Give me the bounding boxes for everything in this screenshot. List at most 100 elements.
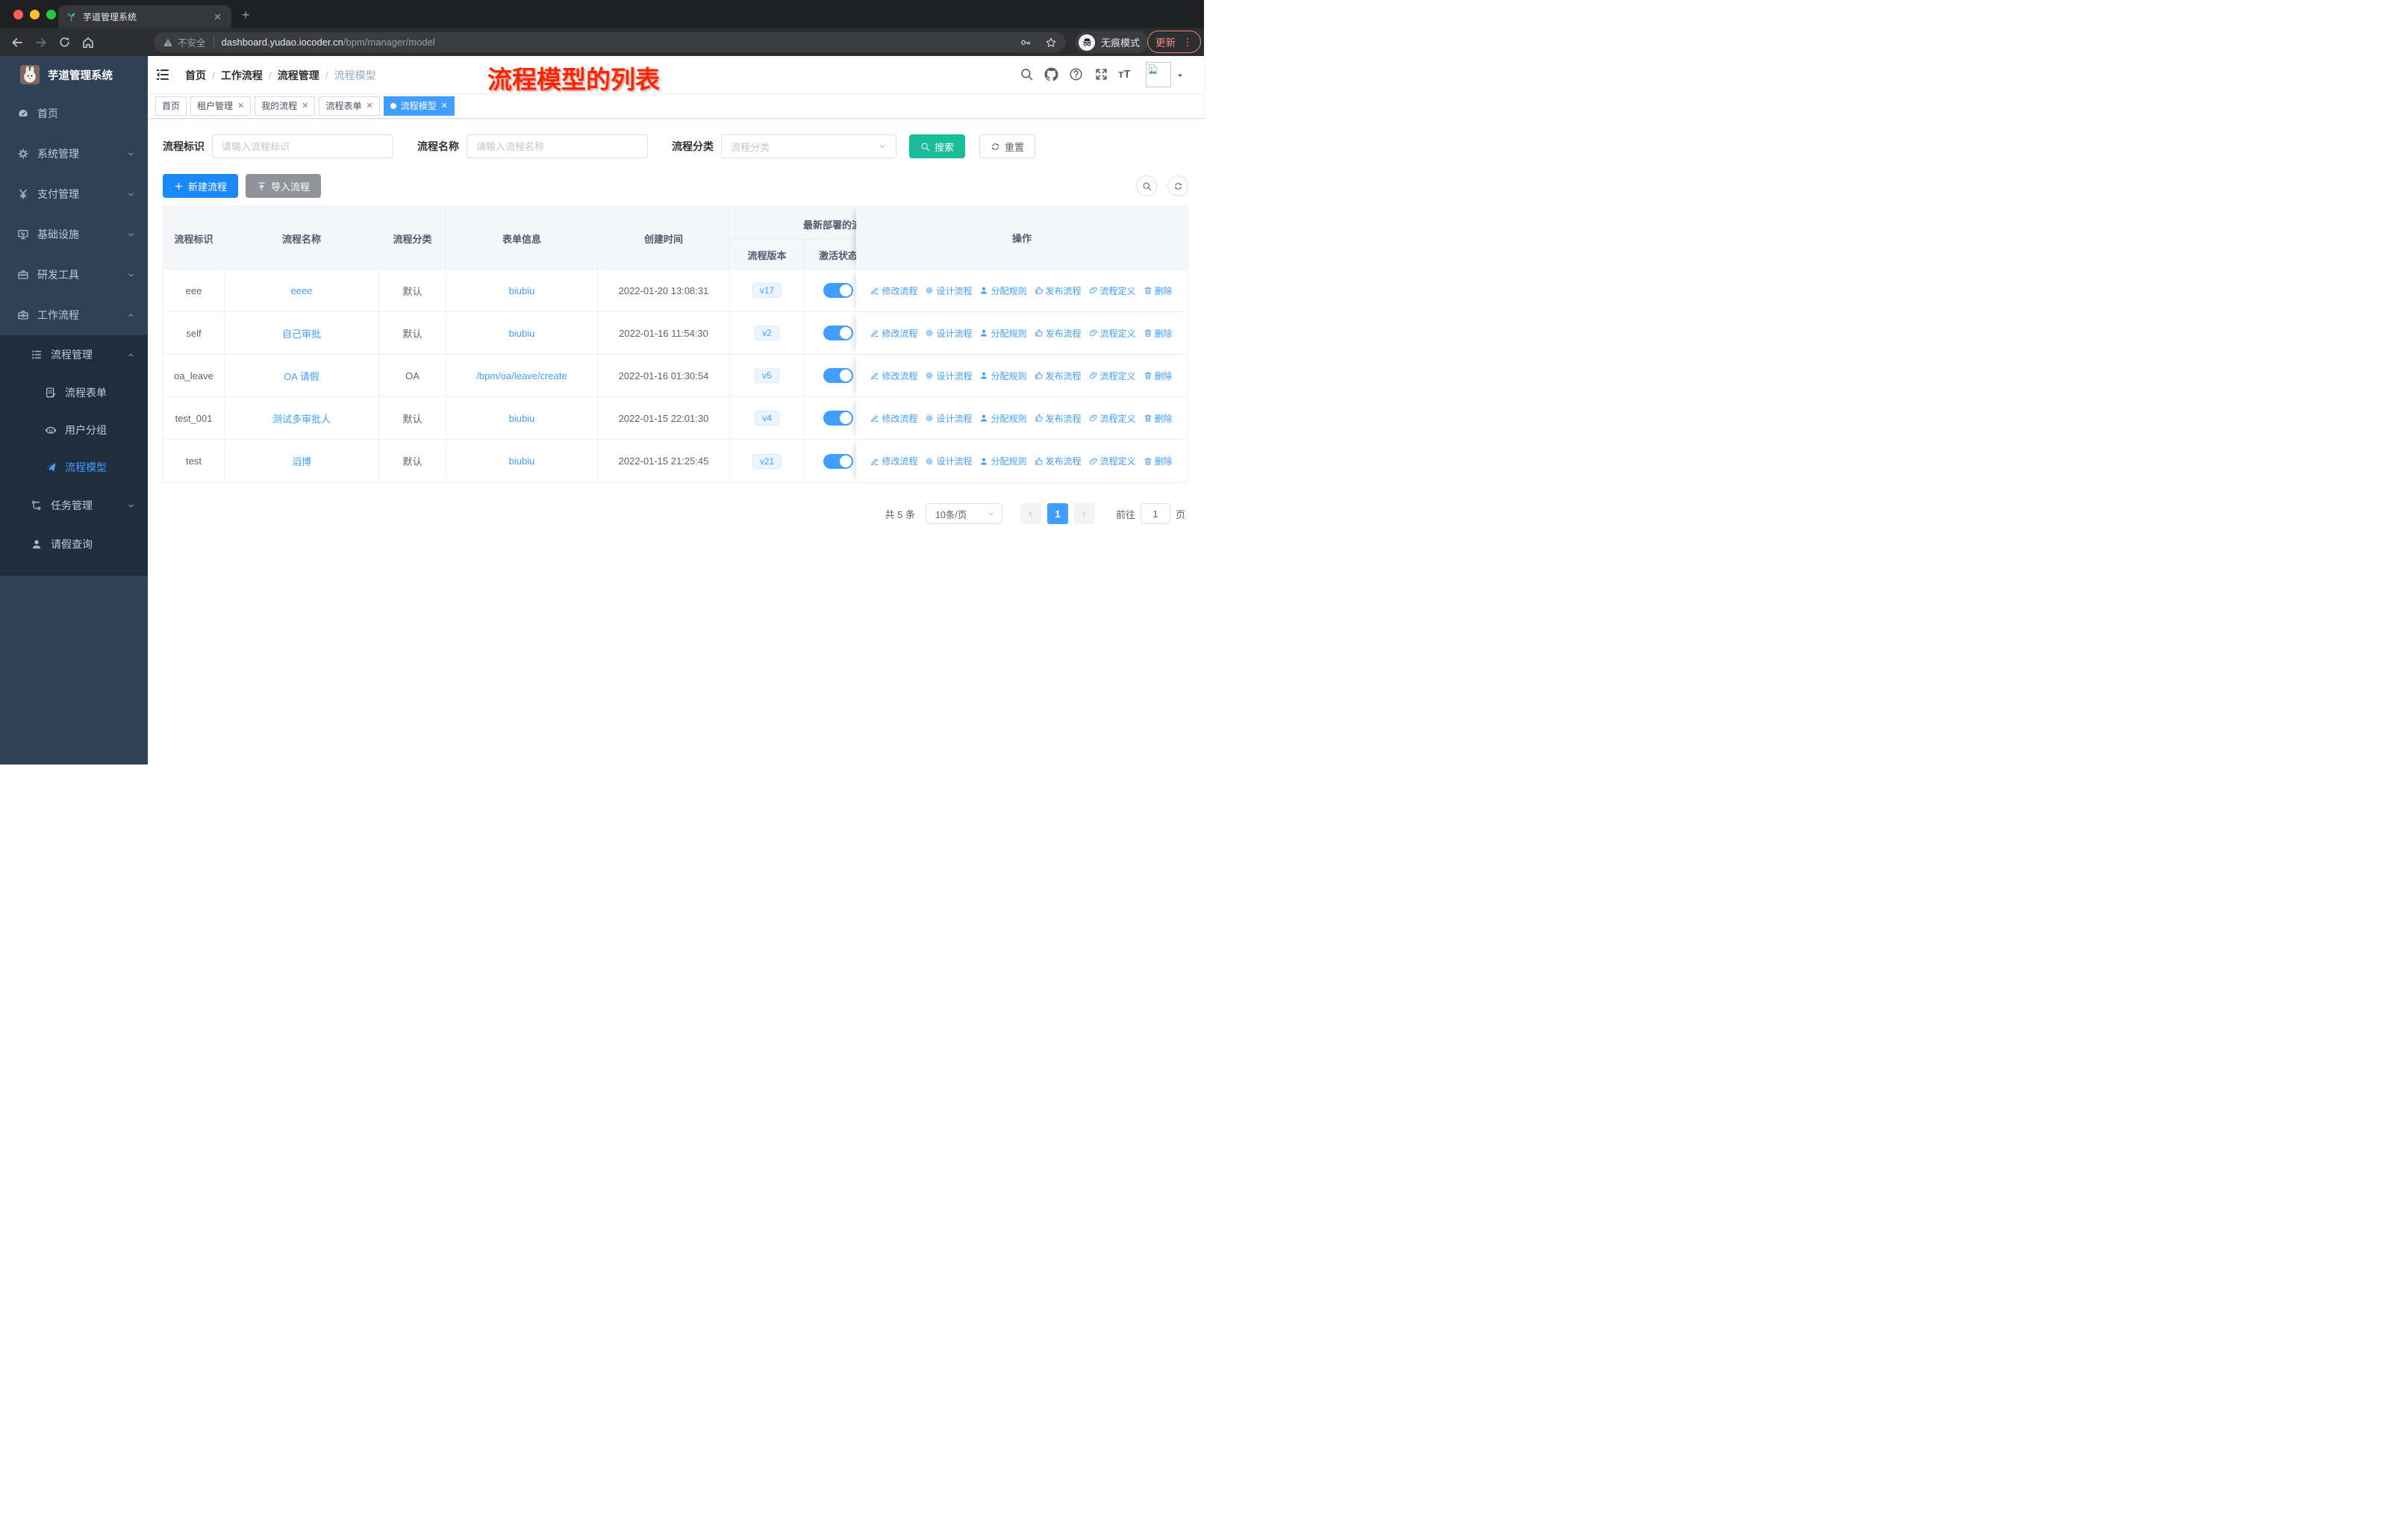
tag-chip[interactable]: 租户管理 ✕ <box>190 96 252 116</box>
breadcrumb-item[interactable]: 流程管理 <box>278 69 319 81</box>
sidebar-item-form[interactable]: 流程表单 <box>0 374 148 411</box>
edit-action-link[interactable]: 修改流程 <box>870 370 917 382</box>
definition-action-link[interactable]: 流程定义 <box>1089 327 1136 340</box>
delete-action-link[interactable]: 删除 <box>1144 455 1173 467</box>
search-icon[interactable] <box>1020 67 1034 81</box>
prev-page-button[interactable] <box>1020 503 1041 524</box>
tab-close-icon[interactable]: ✕ <box>211 11 224 23</box>
design-action-link[interactable]: 设计流程 <box>925 455 972 467</box>
sidebar-item-plane[interactable]: 流程模型 <box>0 449 148 486</box>
publish-action-link[interactable]: 发布流程 <box>1035 412 1082 425</box>
window-minimize-button[interactable] <box>30 10 40 19</box>
sidebar-item-yen[interactable]: 支付管理 <box>0 174 148 214</box>
sidebar-item-toolbox[interactable]: 研发工具 <box>0 255 148 295</box>
tag-chip[interactable]: 流程表单 ✕ <box>319 96 380 116</box>
edit-action-link[interactable]: 修改流程 <box>870 455 917 467</box>
browser-update-button[interactable]: 更新 ⋮ <box>1147 31 1201 53</box>
tag-chip[interactable]: 流程模型 ✕ <box>383 96 455 116</box>
form-info-link[interactable]: biubiu <box>509 455 535 467</box>
fullscreen-icon[interactable] <box>1094 67 1108 81</box>
sidebar-item-tree[interactable]: 流程管理 <box>0 335 148 374</box>
assign-action-link[interactable]: 分配规则 <box>979 455 1027 467</box>
reload-icon[interactable] <box>58 36 71 49</box>
sidebar-collapse-icon[interactable] <box>155 67 170 82</box>
active-toggle[interactable] <box>823 368 853 383</box>
address-bar[interactable]: 不安全 dashboard.yudao.iocoder.cn/bpm/manag… <box>154 32 1066 52</box>
github-icon[interactable] <box>1044 67 1058 81</box>
process-name-link[interactable]: eeee <box>291 285 313 296</box>
edit-action-link[interactable]: 修改流程 <box>870 284 917 297</box>
tag-close-icon[interactable]: ✕ <box>441 101 448 110</box>
assign-action-link[interactable]: 分配规则 <box>979 284 1027 297</box>
forward-icon[interactable] <box>34 36 48 49</box>
definition-action-link[interactable]: 流程定义 <box>1089 370 1136 382</box>
refresh-table-button[interactable] <box>1167 175 1188 196</box>
definition-action-link[interactable]: 流程定义 <box>1089 455 1136 467</box>
browser-menu-icon[interactable]: ⋮ <box>1182 36 1193 49</box>
breadcrumb-item[interactable]: 工作流程 <box>221 69 263 81</box>
sidebar-item-person[interactable]: 请假查询 <box>0 525 148 564</box>
help-question-icon[interactable] <box>1069 67 1083 81</box>
publish-action-link[interactable]: 发布流程 <box>1035 284 1082 297</box>
browser-tab[interactable]: 芋道管理系统 ✕ <box>58 5 231 28</box>
sidebar-item-task[interactable]: 任务管理 <box>0 486 148 525</box>
publish-action-link[interactable]: 发布流程 <box>1035 455 1082 467</box>
create-process-button[interactable]: 新建流程 <box>163 174 239 198</box>
reset-button[interactable]: 重置 <box>979 134 1036 158</box>
user-avatar[interactable] <box>1146 62 1171 87</box>
password-key-icon[interactable] <box>1020 37 1032 49</box>
form-info-link[interactable]: biubiu <box>509 328 535 339</box>
category-select[interactable]: 流程分类 <box>721 134 896 158</box>
tag-close-icon[interactable]: ✕ <box>366 101 373 110</box>
active-toggle[interactable] <box>823 326 853 340</box>
process-id-input[interactable] <box>212 134 393 158</box>
window-close-button[interactable] <box>13 10 23 19</box>
avatar-caret-down-icon[interactable] <box>1176 72 1184 79</box>
process-name-link[interactable]: 滔博 <box>292 454 311 468</box>
delete-action-link[interactable]: 删除 <box>1144 370 1173 382</box>
tag-close-icon[interactable]: ✕ <box>237 101 244 110</box>
publish-action-link[interactable]: 发布流程 <box>1035 370 1082 382</box>
new-tab-button[interactable]: + <box>242 8 250 22</box>
process-name-link[interactable]: OA 请假 <box>284 369 319 383</box>
process-name-input[interactable] <box>467 134 648 158</box>
edit-action-link[interactable]: 修改流程 <box>870 327 917 340</box>
bookmark-star-icon[interactable] <box>1045 37 1057 49</box>
form-info-link[interactable]: /bpm/oa/leave/create <box>476 370 567 382</box>
sidebar-item-gear[interactable]: 系统管理 <box>0 134 148 174</box>
back-icon[interactable] <box>10 36 24 49</box>
assign-action-link[interactable]: 分配规则 <box>979 412 1027 425</box>
assign-action-link[interactable]: 分配规则 <box>979 327 1027 340</box>
active-toggle[interactable] <box>823 283 853 298</box>
import-process-button[interactable]: 导入流程 <box>246 174 322 198</box>
active-toggle[interactable] <box>823 411 853 426</box>
sidebar-item-robot[interactable]: 用户分组 <box>0 411 148 449</box>
toggle-search-button[interactable] <box>1136 175 1157 196</box>
sidebar-item-dashboard[interactable]: 首页 <box>0 93 148 134</box>
form-info-link[interactable]: biubiu <box>509 285 535 296</box>
sidebar-item-briefcase[interactable]: 工作流程 <box>0 295 148 335</box>
current-page-button[interactable]: 1 <box>1047 503 1068 524</box>
page-size-select[interactable]: 10条/页 <box>925 503 1002 524</box>
sidebar-logo[interactable]: 芋道管理系统 <box>0 56 148 93</box>
delete-action-link[interactable]: 删除 <box>1144 327 1173 340</box>
form-info-link[interactable]: biubiu <box>509 413 535 424</box>
tag-chip[interactable]: 我的流程 ✕ <box>255 96 316 116</box>
tag-chip[interactable]: 首页 ✕ <box>155 96 187 116</box>
design-action-link[interactable]: 设计流程 <box>925 284 972 297</box>
definition-action-link[interactable]: 流程定义 <box>1089 412 1136 425</box>
search-button[interactable]: 搜索 <box>909 134 966 158</box>
home-icon[interactable] <box>81 36 95 49</box>
design-action-link[interactable]: 设计流程 <box>925 370 972 382</box>
delete-action-link[interactable]: 删除 <box>1144 284 1173 297</box>
font-size-icon[interactable]: ᴛT <box>1118 68 1131 81</box>
active-toggle[interactable] <box>823 453 853 469</box>
next-page-button[interactable] <box>1073 503 1095 524</box>
breadcrumb-item[interactable]: 首页 <box>185 69 206 81</box>
goto-page-input[interactable] <box>1140 503 1170 524</box>
definition-action-link[interactable]: 流程定义 <box>1089 284 1136 297</box>
publish-action-link[interactable]: 发布流程 <box>1035 327 1082 340</box>
design-action-link[interactable]: 设计流程 <box>925 412 972 425</box>
process-name-link[interactable]: 自己审批 <box>282 326 321 340</box>
sidebar-item-monitor[interactable]: 基础设施 <box>0 214 148 255</box>
